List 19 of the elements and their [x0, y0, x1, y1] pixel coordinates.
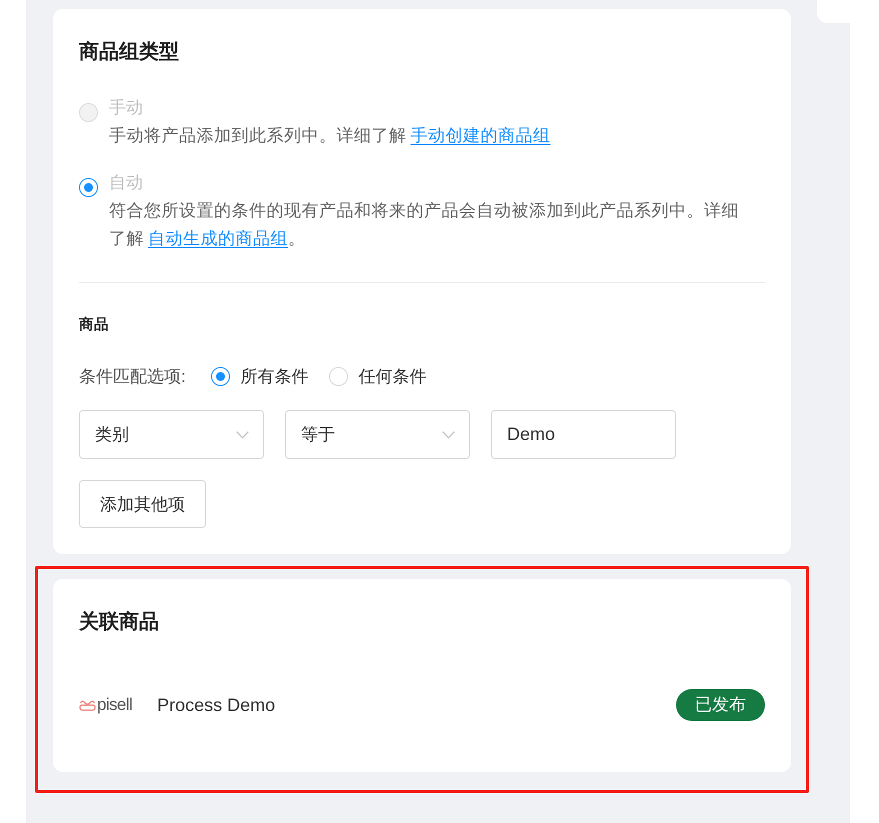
radio-button[interactable] [210, 366, 230, 386]
add-condition-button[interactable]: 添加其他项 [79, 480, 206, 528]
option-description: 符合您所设置的条件的现有产品和将来的产品会自动被添加到此产品系列中。详细了解 自动生成的商品组。 [109, 200, 740, 250]
logo-mark-icon [79, 699, 96, 711]
status-badge: 已发布 [676, 689, 765, 721]
section-title: 关联商品 [79, 610, 160, 635]
radio-label[interactable]: 所有条件 [240, 364, 309, 388]
section-subtitle: 商品 [79, 316, 110, 335]
dropdown-select[interactable]: 类别 [79, 410, 264, 459]
field-label: 条件匹配选项: [79, 366, 186, 388]
option-description: 手动将产品添加到此系列中。详细了解 手动创建的商品组 [109, 125, 550, 147]
section-title: 商品组类型 [79, 40, 180, 65]
chevron-down-icon [236, 430, 249, 438]
dropdown-select[interactable]: 等于 [285, 410, 470, 459]
chevron-down-icon [442, 430, 455, 438]
text-input[interactable]: Demo [491, 410, 676, 459]
product-name: Process Demo [157, 694, 276, 716]
logo-wordmark: pisell [97, 695, 132, 715]
radio-label[interactable]: 任何条件 [358, 364, 427, 388]
